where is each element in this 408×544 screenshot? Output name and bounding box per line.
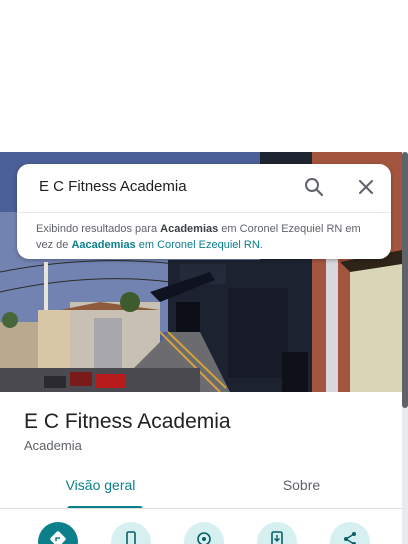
search-input[interactable]: E C Fitness Academia bbox=[39, 178, 187, 195]
clear-search-button[interactable] bbox=[355, 176, 377, 198]
notice-suffix: em Coronel Ezequiel RN. bbox=[135, 239, 263, 251]
send-to-phone-button[interactable] bbox=[257, 522, 297, 544]
tab-overview[interactable]: Visão geral bbox=[0, 466, 201, 508]
place-category[interactable]: Academia bbox=[24, 438, 82, 453]
search-instead-link[interactable]: Aacademias em Coronel Ezequiel RN. bbox=[71, 239, 262, 251]
phone-icon bbox=[126, 531, 136, 544]
place-tabs: Visão geral Sobre bbox=[0, 466, 402, 509]
search-card: E C Fitness Academia Exibindo resultados… bbox=[17, 164, 391, 259]
notice-original-term: Aacademias bbox=[71, 239, 136, 251]
scrollbar-thumb[interactable] bbox=[402, 152, 408, 408]
place-title: E C Fitness Academia bbox=[24, 410, 231, 433]
directions-icon bbox=[50, 531, 66, 544]
tabs-divider bbox=[0, 508, 402, 509]
search-button[interactable] bbox=[303, 176, 325, 198]
nearby-button[interactable] bbox=[184, 522, 224, 544]
close-icon bbox=[359, 180, 373, 194]
spelling-notice: Exibindo resultados para Academias em Co… bbox=[36, 221, 376, 253]
directions-button[interactable] bbox=[38, 522, 78, 544]
call-button[interactable] bbox=[111, 522, 151, 544]
save-to-phone-icon bbox=[271, 531, 283, 544]
card-divider bbox=[17, 212, 391, 213]
share-button[interactable] bbox=[330, 522, 370, 544]
nearby-icon bbox=[197, 532, 211, 544]
notice-prefix: Exibindo resultados para bbox=[36, 223, 161, 235]
share-icon bbox=[344, 532, 356, 544]
notice-shown-term: Academias bbox=[160, 223, 219, 235]
search-icon bbox=[305, 178, 324, 197]
tab-about[interactable]: Sobre bbox=[201, 466, 402, 508]
